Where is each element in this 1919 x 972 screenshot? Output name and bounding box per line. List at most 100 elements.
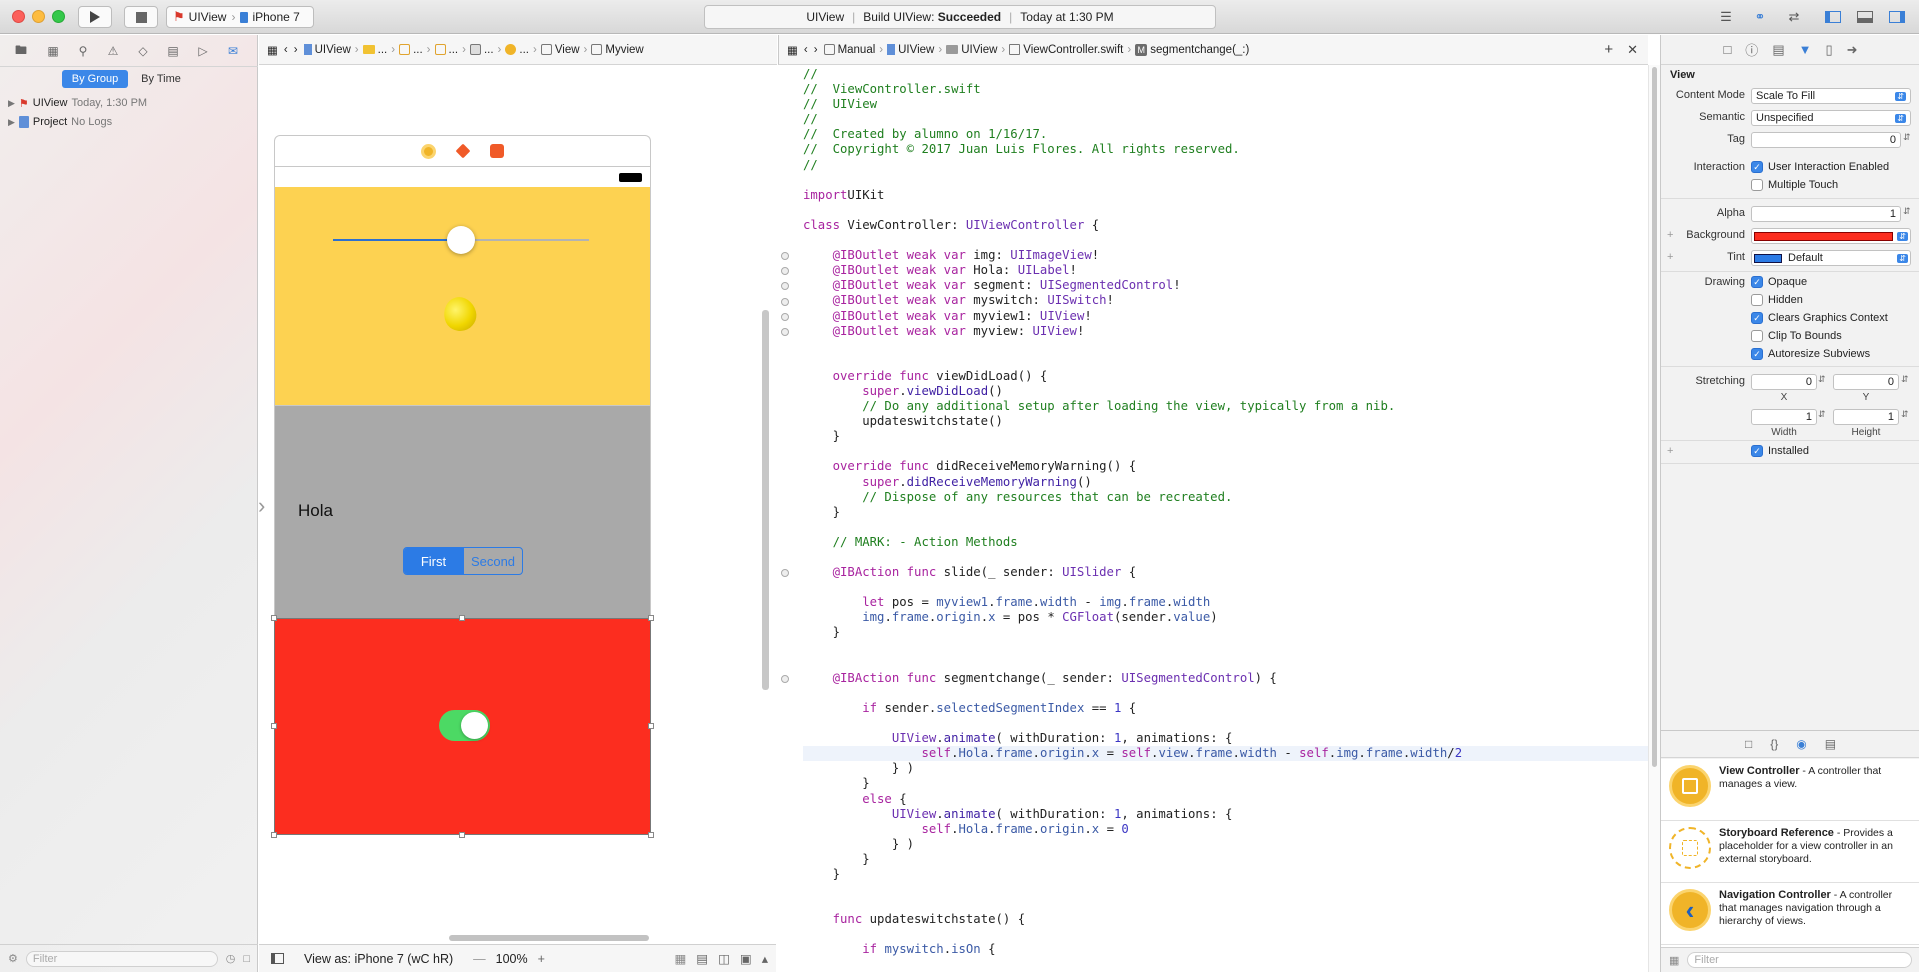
crumb-method[interactable]: Msegmentchange(_:) (1132, 43, 1252, 56)
code-line[interactable]: // Created by alumno on 1/16/17. (803, 127, 1648, 142)
back-icon[interactable]: ‹ (281, 44, 291, 56)
hidden-checkbox[interactable]: Hidden (1751, 294, 1803, 306)
report-row-uiview[interactable]: ▶ ⚑ UIView Today, 1:30 PM (8, 94, 147, 112)
related-items-icon[interactable]: ▦ (779, 43, 801, 57)
zoom-level[interactable]: 100% (496, 952, 528, 966)
forward-icon[interactable]: › (811, 44, 821, 56)
resize-handle[interactable] (459, 615, 465, 621)
library-item-storyboard-reference[interactable]: Storyboard Reference - Provides a placeh… (1661, 821, 1919, 883)
crumb-project[interactable]: UIView (301, 44, 354, 56)
library-item-view-controller[interactable]: View Controller - A controller that mana… (1661, 759, 1919, 821)
code-line[interactable]: @IBOutlet weak var myswitch: UISwitch! (803, 293, 1648, 308)
scheme-selector[interactable]: ⚑ UIView › iPhone 7 (166, 6, 314, 28)
code-line[interactable]: if sender.selectedSegmentIndex == 1 { (803, 701, 1648, 716)
code-line[interactable]: if myswitch.isOn { (803, 942, 1648, 957)
code-line[interactable] (803, 203, 1648, 218)
back-icon[interactable]: ‹ (801, 44, 811, 56)
crumb-storyboard[interactable]: ... (396, 44, 426, 56)
code-line[interactable] (803, 444, 1648, 459)
code-line[interactable] (803, 641, 1648, 656)
folder-icon[interactable]: 🖿 (12, 43, 30, 59)
forward-icon[interactable]: › (291, 44, 301, 56)
assistant-editor-icon[interactable]: ⚭ (1750, 8, 1770, 26)
crumb-file[interactable]: ViewController.swift (1006, 44, 1126, 56)
code-line[interactable]: let pos = myview1.frame.width - img.fram… (803, 595, 1648, 610)
code-line[interactable]: UIView.animate( withDuration: 1, animati… (803, 807, 1648, 822)
hola-label[interactable]: Hola (298, 501, 333, 521)
connection-circle-icon[interactable] (781, 312, 789, 321)
myview-gray-container[interactable]: Hola First Second (274, 406, 651, 618)
resize-handle[interactable] (648, 723, 654, 729)
code-line[interactable]: importUIKit (803, 188, 1648, 203)
multiple-touch-checkbox[interactable]: Multiple Touch (1751, 179, 1838, 191)
clip-to-bounds-checkbox[interactable]: Clip To Bounds (1751, 330, 1842, 342)
close-editor-icon[interactable]: ✕ (1627, 42, 1638, 58)
code-line[interactable]: } (803, 429, 1648, 444)
add-variation-icon[interactable]: + (1667, 445, 1673, 457)
crumb-project[interactable]: UIView (884, 44, 937, 56)
connection-circle-icon[interactable] (781, 297, 789, 306)
stop-button[interactable] (124, 6, 158, 28)
resize-handle[interactable] (271, 615, 277, 621)
by-group-tab[interactable]: By Group (62, 70, 128, 88)
resolve-issues-icon[interactable]: ▴ (762, 951, 768, 966)
first-responder-icon[interactable] (455, 143, 471, 159)
version-editor-icon[interactable]: ⇄ (1784, 8, 1804, 26)
code-line[interactable]: override func didReceiveMemoryWarning() … (803, 459, 1648, 474)
code-line[interactable] (803, 520, 1648, 535)
attributes-inspector-icon[interactable]: ▼ (1799, 42, 1812, 57)
connection-circle-icon[interactable] (781, 569, 789, 578)
breakpoint-icon[interactable]: ▷ (194, 43, 212, 59)
crumb-folder[interactable]: UIView (943, 44, 1000, 56)
code-line[interactable]: @IBAction func segmentchange(_ sender: U… (803, 671, 1648, 686)
code-line[interactable]: } (803, 625, 1648, 640)
crumb-view[interactable]: View (538, 44, 583, 56)
code-line[interactable]: @IBOutlet weak var segment: UISegmentedC… (803, 278, 1648, 293)
code-line[interactable]: // Do any additional setup after loading… (803, 399, 1648, 414)
document-outline-toggle-icon[interactable] (271, 953, 284, 964)
toggle-debug-area-icon[interactable] (1855, 8, 1875, 26)
code-line[interactable]: @IBOutlet weak var myview1: UIView! (803, 309, 1648, 324)
stretch-height-stepper[interactable]: ⇵ (1901, 409, 1909, 420)
resize-handle[interactable] (271, 723, 277, 729)
code-line[interactable]: @IBAction func slide(_ sender: UISlider … (803, 565, 1648, 580)
code-line[interactable] (803, 716, 1648, 731)
resize-handle[interactable] (271, 832, 277, 838)
myview1-image-container[interactable] (274, 187, 651, 406)
code-line[interactable]: self.Hola.frame.origin.x = self.view.fra… (803, 746, 1648, 762)
tag-stepper[interactable]: ⇵ (1903, 132, 1911, 143)
alpha-field[interactable]: 1 (1751, 206, 1901, 222)
crumb-myview[interactable]: Myview (588, 44, 646, 56)
code-line[interactable]: super.didReceiveMemoryWarning() (803, 475, 1648, 490)
crumb-view-controller[interactable]: ... (502, 44, 532, 56)
connections-inspector-icon[interactable]: ➜ (1847, 42, 1858, 58)
code-line[interactable]: else { (803, 792, 1648, 807)
minimize-window-button[interactable] (32, 10, 45, 23)
gear-icon[interactable]: ⚙ (8, 952, 18, 965)
code-line[interactable] (803, 656, 1648, 671)
crumb-storyboard-base[interactable]: ... (432, 44, 462, 56)
zoom-window-button[interactable] (52, 10, 65, 23)
code-line[interactable]: img.frame.origin.x = pos * CGFloat(sende… (803, 610, 1648, 625)
opaque-checkbox[interactable]: ✓ Opaque (1751, 276, 1807, 288)
view-as-label[interactable]: View as: iPhone 7 (wC hR) (304, 952, 453, 966)
alpha-stepper[interactable]: ⇵ (1903, 206, 1911, 217)
library-item-navigation-controller[interactable]: ‹ Navigation Controller - A controller t… (1661, 883, 1919, 945)
source-control-icon[interactable]: ▦ (44, 43, 62, 59)
zoom-out-icon[interactable]: — (473, 952, 486, 966)
crumb-scene[interactable]: ... (467, 44, 497, 56)
grid-view-icon[interactable]: ▦ (1669, 954, 1679, 967)
related-items-icon[interactable]: ▦ (259, 43, 281, 57)
canvas-vertical-scrollbar[interactable] (762, 310, 769, 690)
code-line[interactable]: } (803, 867, 1648, 882)
code-line[interactable] (803, 927, 1648, 942)
connection-circle-icon[interactable] (781, 267, 789, 276)
toggle-switch[interactable] (439, 710, 490, 741)
debug-icon[interactable]: ▤ (164, 43, 182, 59)
file-inspector-icon[interactable]: □ (1723, 42, 1731, 57)
crumb-manual[interactable]: Manual (821, 44, 879, 56)
code-line[interactable]: // ViewController.swift (803, 82, 1648, 97)
resize-handle[interactable] (648, 615, 654, 621)
stretch-y-field[interactable]: 0 (1833, 374, 1899, 390)
connection-circle-icon[interactable] (781, 675, 789, 683)
